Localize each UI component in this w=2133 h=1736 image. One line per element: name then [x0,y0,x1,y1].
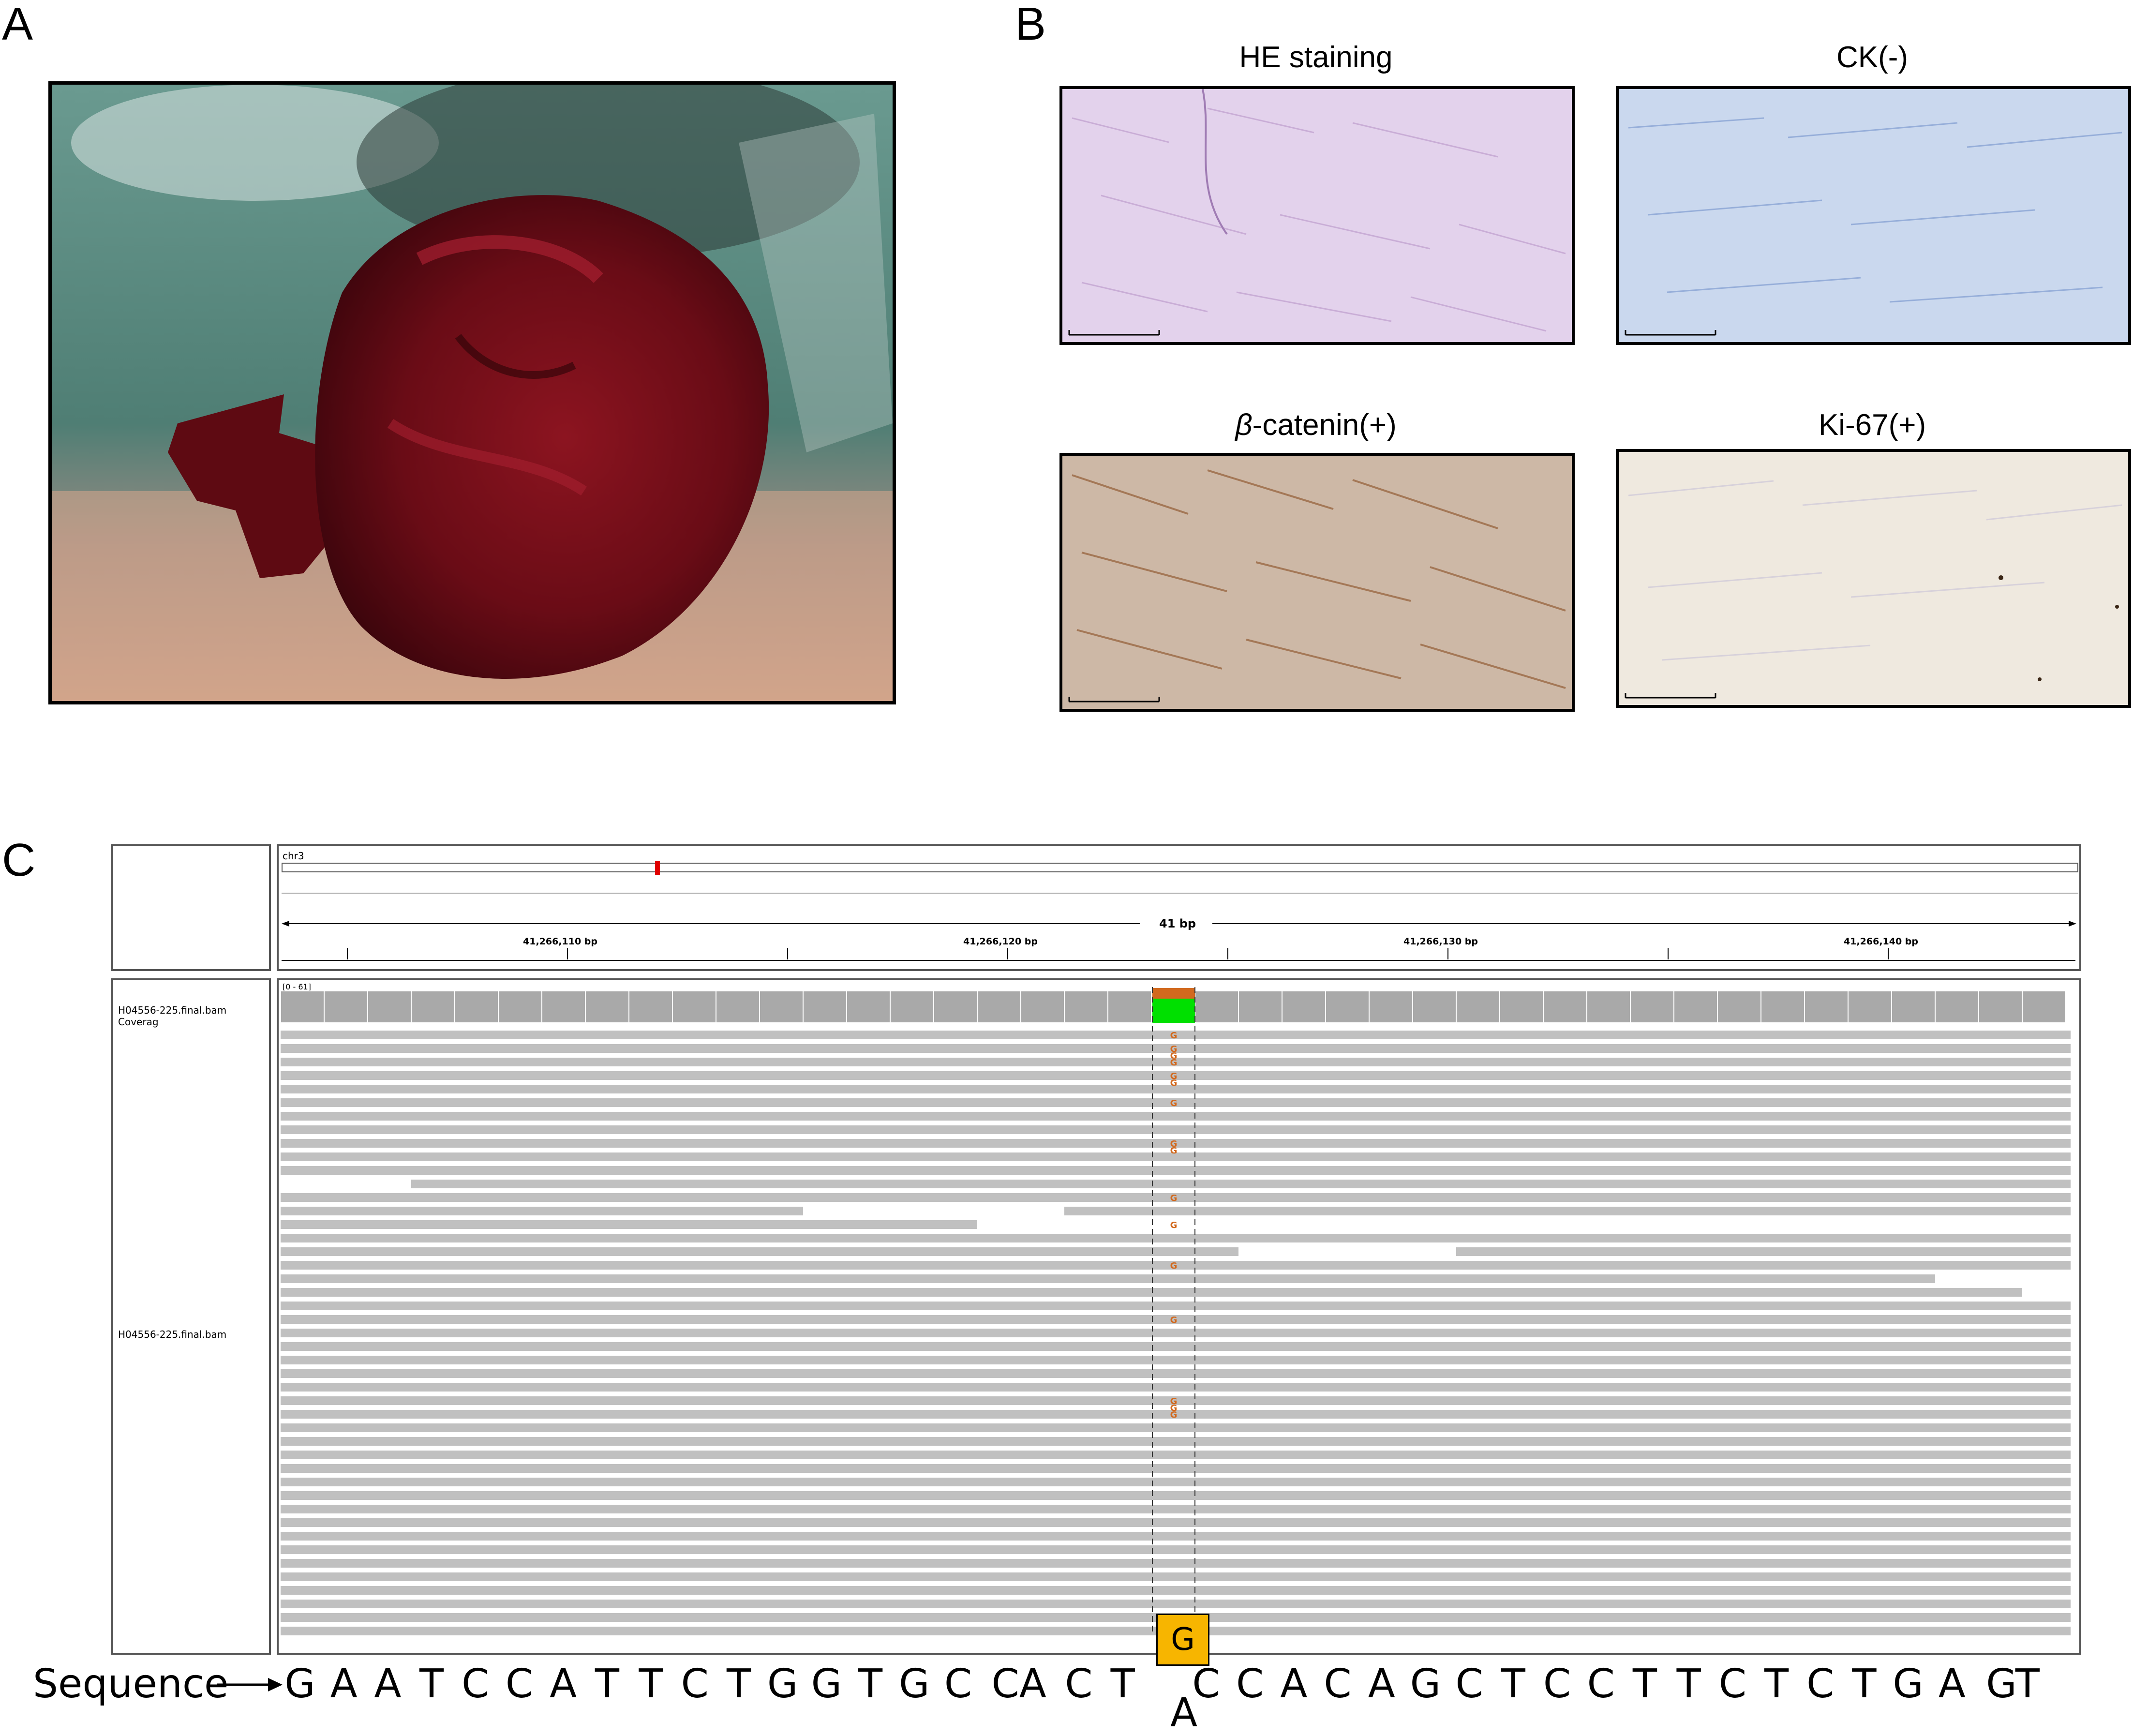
svg-text:G: G [1170,1146,1178,1156]
variant-alt-base: G [1156,1614,1209,1666]
sequence-base: C [1806,1661,1835,1707]
sequence-base: A [1368,1661,1395,1707]
reads [281,1031,2071,1635]
ck-micrograph [1616,86,2131,345]
sequence-base: A [1280,1661,1308,1707]
chromosome-ideogram[interactable] [282,863,2078,872]
sequence-base: G [899,1661,930,1707]
sequence-base: CA [991,1661,1046,1707]
alignment-track-name[interactable]: H04556-225.final.bam [118,1329,226,1340]
sequence-base: C [1543,1661,1571,1707]
sequence-base: A [374,1661,402,1707]
ruler-ticks [282,948,2075,961]
sequence-base: T [1764,1661,1789,1707]
ck-title: CK(-) [1836,41,1909,74]
svg-text:G: G [1170,1261,1178,1271]
sequence-base: C [1587,1661,1615,1707]
he-micrograph-texture [1062,89,1572,342]
ki67-micrograph-texture [1619,452,2128,705]
tick-label-2: 41,266,120 bp [963,936,1038,947]
sequence-arrow-icon [217,1678,283,1691]
igv-data-panel[interactable]: [0 - 61] G G G G G G G G G G G G G G G G [277,978,2081,1655]
svg-text:G: G [1170,1220,1178,1230]
sequence-base: C [944,1661,972,1707]
panel-c-letter: C [2,834,36,886]
sequence-base: A [330,1661,358,1707]
variant-ref-base: A [1170,1690,1198,1736]
sequence-base: T [419,1661,444,1707]
panel-a-letter: A [2,0,33,50]
sequence-base: G [1410,1661,1441,1707]
sequence-base: T [726,1661,751,1707]
sequence-base: T [595,1661,619,1707]
sequence-base: C [462,1661,490,1707]
tumor-specimen-photo [48,81,896,704]
svg-text:G: G [1170,1193,1178,1203]
sequence-base: G [1893,1661,1924,1707]
beta-catenin-micrograph [1059,453,1575,712]
span-label: 41 bp [1159,917,1196,930]
sequence-base: G [767,1661,798,1707]
coverage-track-name[interactable]: H04556-225.final.bam Coverag [118,1004,269,1028]
svg-text:G: G [1170,1410,1178,1420]
sequence-base: C [1324,1661,1352,1707]
sequence-base: C [505,1661,534,1707]
sequence-base: C [681,1661,709,1707]
sequence-base: T [858,1661,883,1707]
ref-allele-coverage [1152,999,1195,1023]
ki67-title: Ki-67(+) [1818,408,1926,442]
sequence-base: T [1632,1661,1657,1707]
svg-text:G: G [1170,1098,1178,1108]
ck-micrograph-texture [1619,89,2128,342]
sequence-base: C [1718,1661,1746,1707]
alt-allele-coverage [1152,988,1195,999]
svg-text:G: G [1170,1031,1178,1041]
sequence-label: Sequence [33,1661,229,1707]
sequence-base: T [1501,1661,1525,1707]
specimen-photo-drawing [52,85,893,701]
sequence-base: T [1676,1661,1701,1707]
sequence-base: T [1110,1661,1135,1707]
svg-text:G: G [1170,1078,1178,1088]
igv-header-label-panel [111,844,271,971]
tick-label-1: 41,266,110 bp [523,936,598,947]
igv-alignment-view: GGG GGG GGG GGG GGG G [281,987,2071,1635]
panel-b-letter: B [1015,0,1046,50]
svg-text:G: G [1170,1058,1178,1068]
svg-text:G: G [1170,1315,1178,1325]
chromosome-name: chr3 [283,850,304,862]
ruler-divider [282,893,2078,894]
tick-label-4: 41,266,140 bp [1844,936,1919,947]
he-staining-micrograph [1059,86,1575,345]
beta-catenin-label: -catenin(+) [1252,408,1397,442]
beta-symbol: β [1235,408,1253,442]
sequence-base: C [1236,1661,1264,1707]
sequence-base: T [1852,1661,1877,1707]
sequence-base: GT [1986,1661,2040,1707]
igv-ruler-panel: chr3 41 bp 41,266,110 bp 41,266,120 bp 4… [277,844,2081,971]
sequence-base: A [550,1661,577,1707]
igv-track-label-panel: H04556-225.final.bam Coverag H04556-225.… [111,978,271,1655]
sequence-base: A [1938,1661,1966,1707]
sequence-base: T [639,1661,663,1707]
current-region-marker [655,861,660,875]
sequence-base: C [1455,1661,1483,1707]
sequence-base: G [284,1661,315,1707]
sequence-base: C [1065,1661,1093,1707]
ki67-micrograph [1616,449,2131,708]
beta-catenin-title: β-catenin(+) [1059,410,1572,440]
he-staining-title: HE staining [1239,41,1393,74]
sequence-base: G [811,1661,842,1707]
tick-label-3: 41,266,130 bp [1403,936,1478,947]
beta-catenin-micrograph-texture [1062,456,1572,709]
